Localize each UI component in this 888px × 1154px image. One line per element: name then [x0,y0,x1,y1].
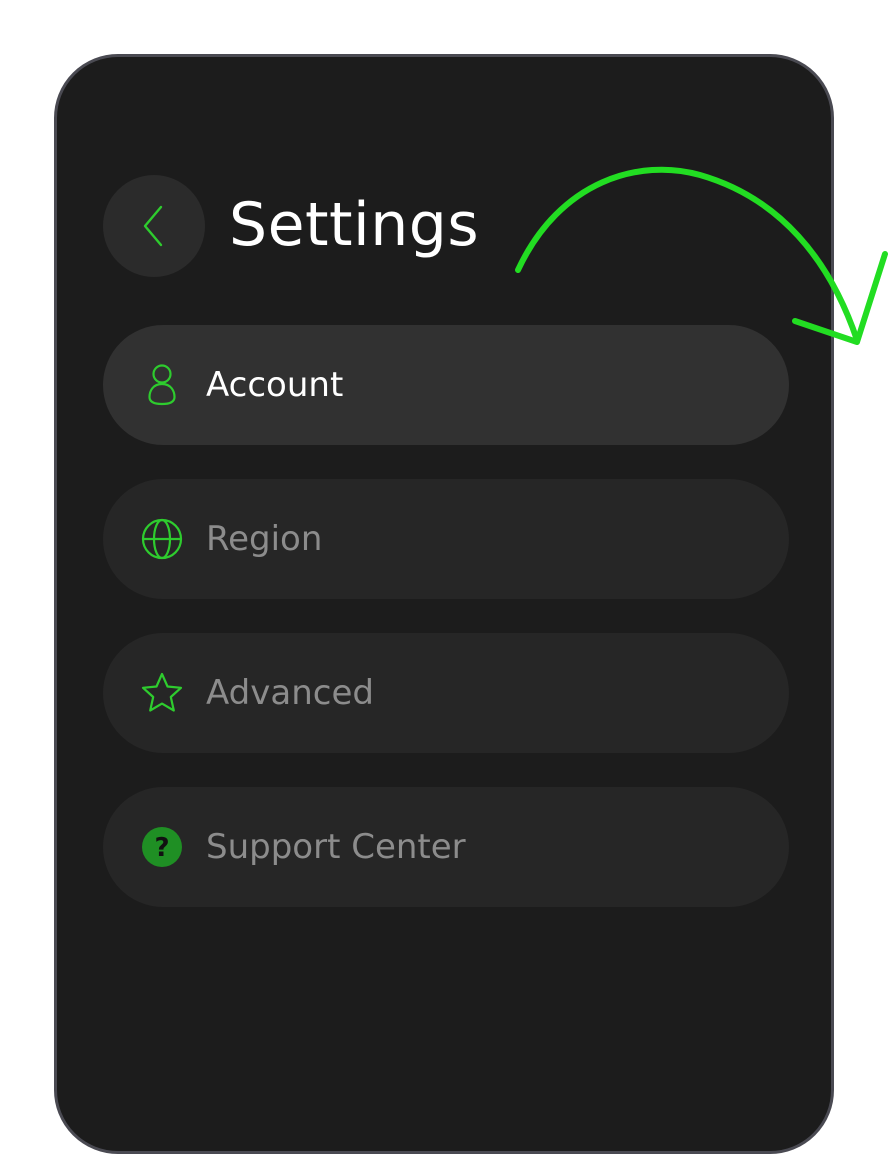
question-circle-icon: ? [140,825,184,869]
menu-item-label: Region [206,519,323,559]
page-title: Settings [229,190,480,260]
menu-item-label: Support Center [206,827,466,867]
user-icon [140,363,184,407]
annotation-arrow-icon [515,166,888,345]
menu-item-label: Advanced [206,673,374,713]
star-icon [140,671,184,715]
menu-item-region[interactable]: Region [103,479,789,599]
menu-item-support-center[interactable]: ? Support Center [103,787,789,907]
back-button[interactable] [103,175,205,277]
chevron-left-icon [143,205,163,247]
globe-icon [140,517,184,561]
svg-text:?: ? [154,833,169,863]
menu-item-advanced[interactable]: Advanced [103,633,789,753]
menu-item-label: Account [206,365,344,405]
settings-menu: Account Region Advanced ? Support Center [103,325,789,941]
